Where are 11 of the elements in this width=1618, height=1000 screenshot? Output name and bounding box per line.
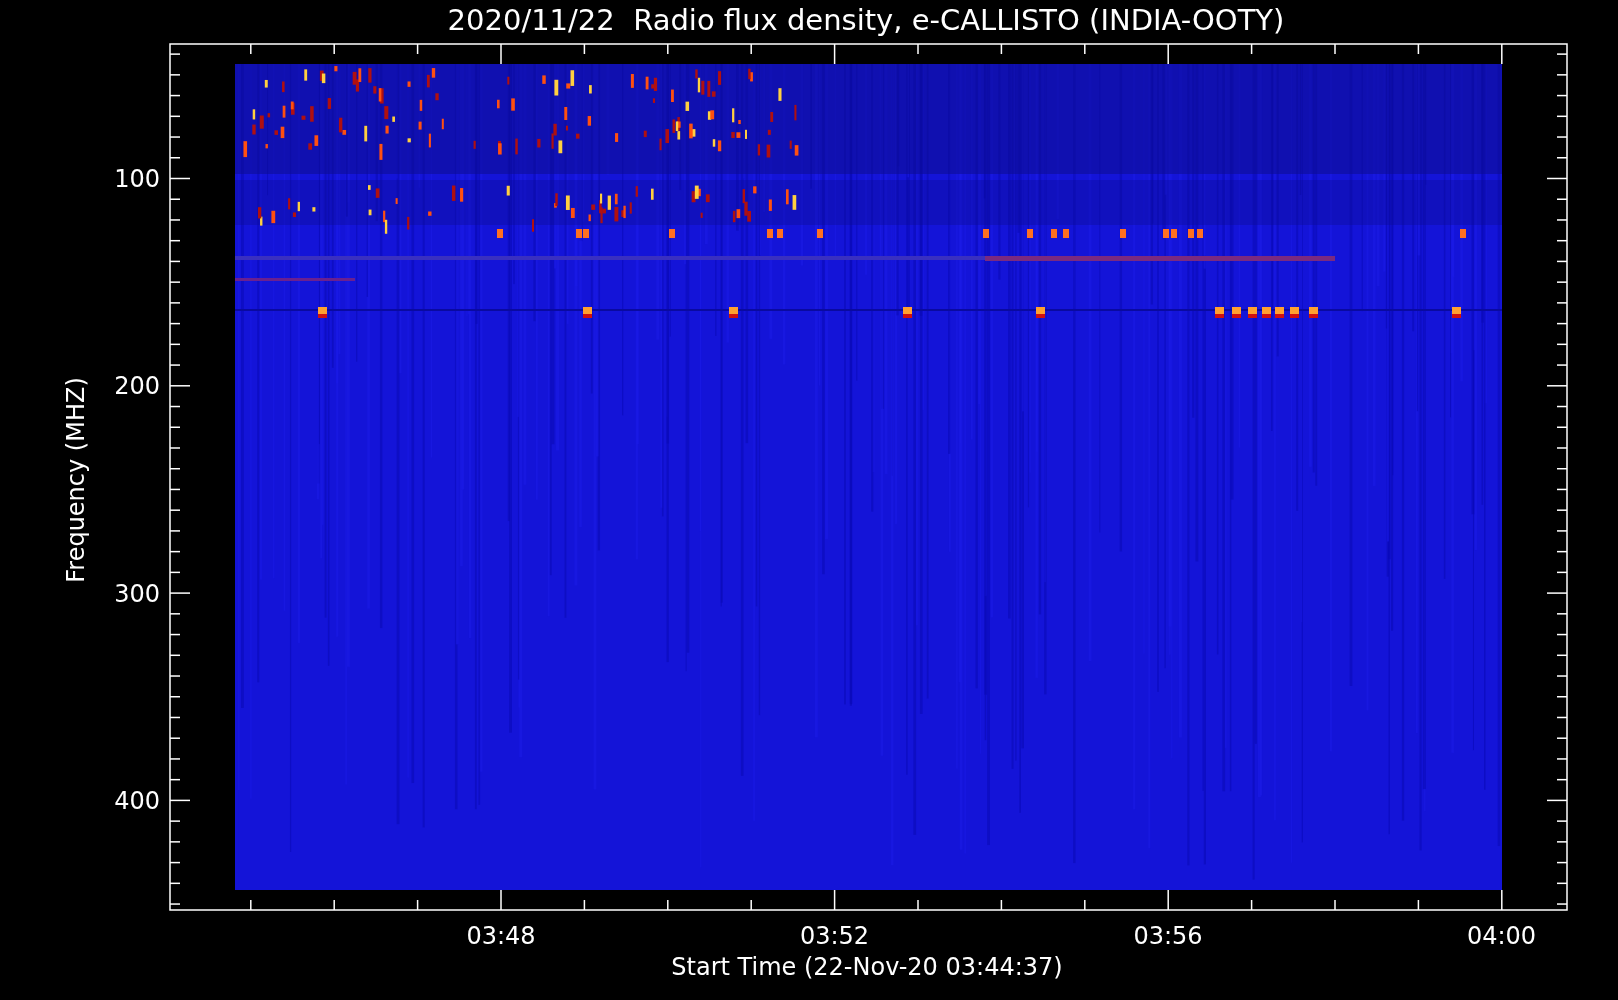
chart-title: 2020/11/22 Radio flux density, e-CALLISTO (INDIA-OOTY) (447, 3, 1285, 37)
y-tick-label: 300 (114, 579, 160, 608)
y-tick-label: 100 (114, 165, 160, 193)
x-tick-label: 04:00 (1466, 922, 1537, 950)
x-tick-label: 03:48 (466, 922, 536, 950)
x-tick-label: 03:56 (1133, 922, 1203, 950)
y-axis-label: Frequency (MHZ) (62, 377, 90, 583)
y-tick-label: 200 (114, 372, 160, 401)
x-axis-label: Start Time (22-Nov-20 03:44:37) (671, 953, 1063, 981)
x-tick-label: 03:52 (799, 922, 870, 950)
y-tick-label: 400 (114, 786, 160, 815)
